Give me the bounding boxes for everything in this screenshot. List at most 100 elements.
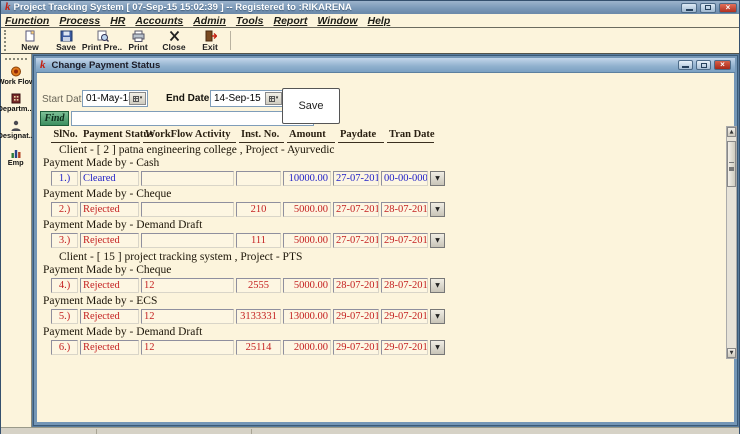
- find-button[interactable]: Find: [40, 111, 69, 126]
- row-status-dropdown[interactable]: ▼: [430, 309, 445, 324]
- sidebar-item-emp[interactable]: Emp: [7, 147, 24, 167]
- cell-inst_no[interactable]: 25114: [236, 340, 281, 355]
- sidebar-item-department[interactable]: Departm...: [0, 93, 36, 113]
- cell-tran_date[interactable]: 29-07-2015: [381, 340, 428, 355]
- child-content: Start Date ▾ End Date ▾ Save Find SlNo.P…: [37, 73, 734, 424]
- print-button[interactable]: Print: [120, 28, 156, 53]
- cell-workflow[interactable]: 12: [141, 340, 234, 355]
- workflow-icon: [10, 66, 22, 77]
- cell-status[interactable]: Rejected: [80, 278, 139, 293]
- cell-status[interactable]: Rejected: [80, 340, 139, 355]
- menu-item-accounts[interactable]: Accounts: [135, 15, 183, 27]
- cell-amount[interactable]: 2000.00: [283, 340, 331, 355]
- cell-status[interactable]: Cleared: [80, 171, 139, 186]
- sidebar-item-workflow[interactable]: Work Flow: [0, 66, 36, 86]
- cell-paydate[interactable]: 29-07-2015: [333, 340, 379, 355]
- cell-paydate[interactable]: 27-07-2015: [333, 171, 379, 186]
- row-status-dropdown[interactable]: ▼: [430, 233, 445, 248]
- cell-workflow[interactable]: [141, 171, 234, 186]
- cell-tran_date[interactable]: 29-07-2015: [381, 233, 428, 248]
- toolbar-grip[interactable]: [4, 30, 10, 51]
- cell-tran_date[interactable]: 00-00-0000: [381, 171, 428, 186]
- cell-slno[interactable]: 3.): [51, 233, 78, 248]
- sidebar-grip[interactable]: [5, 58, 27, 60]
- cell-inst_no[interactable]: 3133331: [236, 309, 281, 324]
- menu-item-report[interactable]: Report: [274, 15, 308, 27]
- menu-item-admin[interactable]: Admin: [193, 15, 226, 27]
- row-status-dropdown[interactable]: ▼: [430, 278, 445, 293]
- exit-button[interactable]: Exit: [192, 28, 228, 53]
- close-button[interactable]: ×: [719, 3, 737, 13]
- cell-paydate[interactable]: 29-07-2015: [333, 309, 379, 324]
- menu-item-tools[interactable]: Tools: [236, 15, 264, 27]
- cell-amount[interactable]: 5000.00: [283, 233, 331, 248]
- row-status-dropdown[interactable]: ▼: [430, 340, 445, 355]
- child-minimize-button[interactable]: [678, 60, 693, 70]
- column-header: Paydate: [338, 128, 384, 143]
- cell-inst_no[interactable]: 2555: [236, 278, 281, 293]
- row-status-dropdown[interactable]: ▼: [430, 202, 445, 217]
- find-input[interactable]: [71, 111, 314, 126]
- menu-item-help[interactable]: Help: [368, 15, 391, 27]
- sidebar-label-designation: Designat...: [0, 131, 35, 139]
- toolbar: New Save Print Pre.. Print Close Exit: [1, 28, 739, 54]
- cell-workflow[interactable]: [141, 202, 234, 217]
- menu-item-hr[interactable]: HR: [110, 15, 125, 27]
- payment-row: 4.)Rejected1225555000.0028-07-201528-07-…: [51, 278, 727, 293]
- cell-amount[interactable]: 5000.00: [283, 278, 331, 293]
- calendar-icon: [133, 96, 139, 102]
- save-toolbar-button[interactable]: Save: [48, 28, 84, 53]
- cell-paydate[interactable]: 27-07-2015: [333, 233, 379, 248]
- vertical-scrollbar[interactable]: ▲ ▼: [726, 126, 737, 359]
- scroll-down-arrow-icon[interactable]: ▼: [727, 348, 736, 358]
- restore-button[interactable]: [700, 3, 716, 13]
- cell-status[interactable]: Rejected: [80, 202, 139, 217]
- print-preview-button[interactable]: Print Pre..: [84, 28, 120, 53]
- cell-inst_no[interactable]: 111: [236, 233, 281, 248]
- scroll-up-arrow-icon[interactable]: ▲: [727, 127, 736, 137]
- cell-status[interactable]: Rejected: [80, 233, 139, 248]
- payment-mode-row: Payment Made by - ECS: [42, 295, 727, 308]
- cell-workflow[interactable]: 12: [141, 309, 234, 324]
- menu-item-window[interactable]: Window: [317, 15, 357, 27]
- new-button[interactable]: New: [12, 28, 48, 53]
- app-icon: k: [5, 2, 11, 13]
- cell-slno[interactable]: 1.): [51, 171, 78, 186]
- cell-amount[interactable]: 10000.00: [283, 171, 331, 186]
- menu-item-function[interactable]: Function: [5, 15, 49, 27]
- cell-slno[interactable]: 6.): [51, 340, 78, 355]
- start-date-input[interactable]: [83, 93, 129, 104]
- cell-workflow[interactable]: [141, 233, 234, 248]
- close-toolbar-button[interactable]: Close: [156, 28, 192, 53]
- menu-item-process[interactable]: Process: [59, 15, 100, 27]
- cell-paydate[interactable]: 28-07-2015: [333, 278, 379, 293]
- cell-tran_date[interactable]: 28-07-2015: [381, 278, 428, 293]
- printer-icon: [132, 30, 145, 42]
- child-restore-button[interactable]: [696, 60, 711, 70]
- save-button[interactable]: Save: [282, 88, 340, 124]
- end-date-input[interactable]: [211, 93, 265, 104]
- cell-paydate[interactable]: 27-07-2015: [333, 202, 379, 217]
- cell-slno[interactable]: 5.): [51, 309, 78, 324]
- end-date-picker[interactable]: ▾: [210, 90, 284, 107]
- cell-slno[interactable]: 2.): [51, 202, 78, 217]
- scrollbar-thumb[interactable]: [727, 141, 736, 187]
- cell-inst_no[interactable]: [236, 171, 281, 186]
- start-date-calendar-button[interactable]: ▾: [129, 92, 146, 105]
- cell-workflow[interactable]: 12: [141, 278, 234, 293]
- start-date-picker[interactable]: ▾: [82, 90, 148, 107]
- cell-slno[interactable]: 4.): [51, 278, 78, 293]
- sidebar-item-designation[interactable]: Designat...: [0, 120, 36, 140]
- mdi-area: k Change Payment Status × Start Date ▾ E…: [32, 54, 739, 427]
- minimize-button[interactable]: [681, 3, 697, 13]
- cell-status[interactable]: Rejected: [80, 309, 139, 324]
- cell-tran_date[interactable]: 28-07-2015: [381, 202, 428, 217]
- end-date-calendar-button[interactable]: ▾: [265, 92, 282, 105]
- cell-tran_date[interactable]: 29-07-2015: [381, 309, 428, 324]
- row-status-dropdown[interactable]: ▼: [430, 171, 445, 186]
- cell-amount[interactable]: 5000.00: [283, 202, 331, 217]
- child-close-button[interactable]: ×: [714, 60, 731, 70]
- cell-amount[interactable]: 13000.00: [283, 309, 331, 324]
- cell-inst_no[interactable]: 210: [236, 202, 281, 217]
- child-window-controls: ×: [678, 60, 731, 70]
